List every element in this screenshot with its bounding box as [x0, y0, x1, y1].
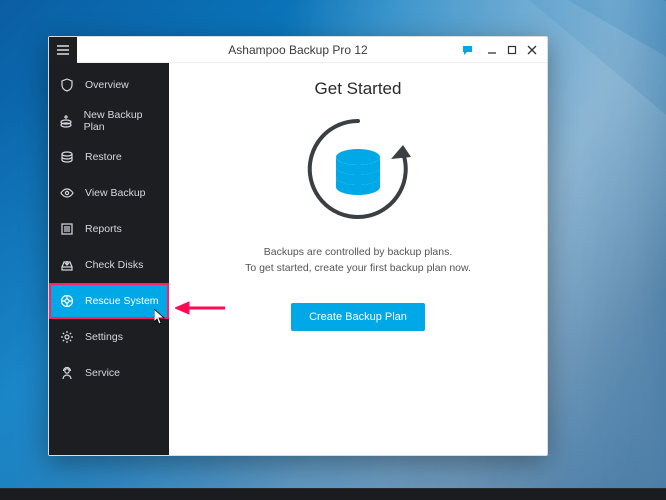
minimize-button[interactable] [483, 41, 501, 59]
sidebar-item-settings[interactable]: Settings [49, 319, 169, 355]
maximize-button[interactable] [503, 41, 521, 59]
description-text: Backups are controlled by backup plans. … [245, 245, 471, 277]
description-line-1: Backups are controlled by backup plans. [245, 245, 471, 261]
shield-icon [59, 78, 75, 92]
sidebar-item-label: View Backup [85, 187, 146, 199]
sidebar-item-service[interactable]: Service [49, 355, 169, 391]
sidebar-item-label: Restore [85, 151, 122, 163]
app-title: Ashampoo Backup Pro 12 [228, 43, 367, 57]
plus-disk-icon [59, 114, 74, 128]
sidebar-item-label: Service [85, 367, 120, 379]
disks-icon [59, 150, 75, 164]
sidebar-item-new-backup-plan[interactable]: New Backup Plan [49, 103, 169, 139]
tray-icon [59, 258, 75, 272]
sidebar-item-rescue-system[interactable]: Rescue System [49, 283, 169, 319]
app-window: Ashampoo Backup Pro 12 [48, 36, 548, 456]
window-body: Overview New Backup Plan Restore [49, 63, 547, 455]
close-button[interactable] [523, 41, 541, 59]
backup-cycle-illustration [288, 111, 428, 231]
window-controls [459, 37, 541, 63]
sidebar-item-check-disks[interactable]: Check Disks [49, 247, 169, 283]
sidebar-item-label: Reports [85, 223, 122, 235]
user-headset-icon [59, 366, 75, 380]
sidebar-item-label: New Backup Plan [84, 109, 159, 133]
create-backup-plan-button[interactable]: Create Backup Plan [291, 303, 425, 331]
sidebar-item-reports[interactable]: Reports [49, 211, 169, 247]
description-line-2: To get started, create your first backup… [245, 261, 471, 277]
list-icon [59, 222, 75, 236]
titlebar: Ashampoo Backup Pro 12 [49, 37, 547, 63]
sidebar-item-overview[interactable]: Overview [49, 67, 169, 103]
gear-icon [59, 330, 75, 344]
sidebar-item-label: Overview [85, 79, 129, 91]
sidebar-item-view-backup[interactable]: View Backup [49, 175, 169, 211]
sidebar-item-label: Check Disks [85, 259, 143, 271]
sidebar-item-label: Rescue System [85, 295, 159, 307]
desktop-wallpaper: Ashampoo Backup Pro 12 [0, 0, 666, 500]
hamburger-menu-button[interactable] [49, 37, 77, 63]
lifebuoy-icon [59, 294, 75, 308]
message-icon[interactable] [459, 41, 477, 59]
main-content: Get Started Backups are contr [169, 63, 547, 455]
sidebar-nav: Overview New Backup Plan Restore [49, 63, 169, 455]
eye-icon [59, 186, 75, 200]
sidebar-item-label: Settings [85, 331, 123, 343]
taskbar[interactable] [0, 488, 666, 500]
page-heading: Get Started [315, 79, 402, 99]
sidebar-item-restore[interactable]: Restore [49, 139, 169, 175]
